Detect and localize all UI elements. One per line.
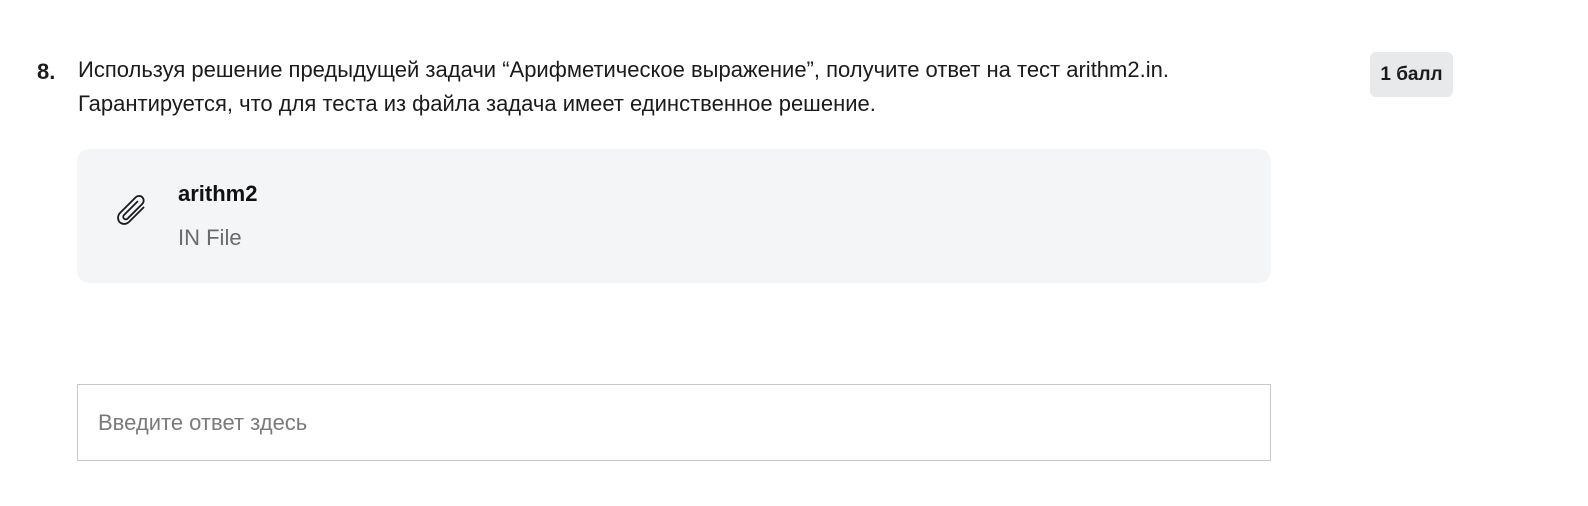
question-text-line-2: Гарантируется, что для теста из файла за… <box>78 91 876 116</box>
attachment-name: arithm2 <box>178 181 258 206</box>
attachment-card[interactable]: arithm2 IN File <box>77 149 1271 283</box>
answer-input[interactable] <box>77 384 1271 461</box>
question-text: Используя решение предыдущей задачи “Ари… <box>78 53 1318 121</box>
question-text-line-1: Используя решение предыдущей задачи “Ари… <box>78 57 1169 82</box>
points-badge: 1 балл <box>1370 52 1453 97</box>
paperclip-icon <box>113 191 153 231</box>
attachment-type: IN File <box>178 225 242 250</box>
question-number: 8. <box>37 59 56 84</box>
